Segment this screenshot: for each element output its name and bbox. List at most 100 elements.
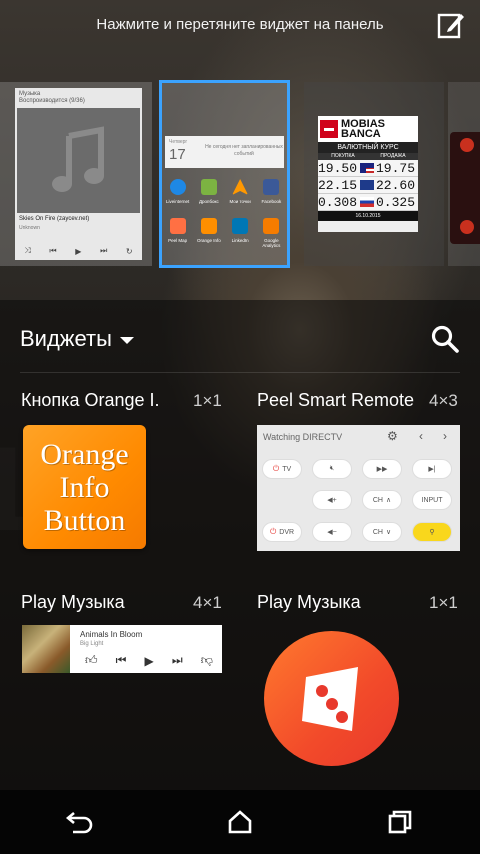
channel-up-button: CH ∧ [363,491,401,509]
chevron-down-icon [119,337,134,344]
widget-size: 4×1 [193,593,222,612]
widget-name: Play Музыка [21,592,125,612]
apps-grid: Liveinternet Дропбокс Мои точки Facebook… [162,179,287,248]
chevron-down-icon: ∨ [386,529,392,536]
app-icon [263,179,280,195]
edit-panels-button[interactable] [434,8,468,42]
skip-icon: ▶| [428,466,436,473]
power-icon: ⏻ [269,527,277,536]
currency-widget-preview: MOBIAS BANCA ВАЛЮТНЫЙ КУРС ПОКУПКА ПРОДА… [318,116,418,232]
currency-date: 16.10.2015 [318,211,418,221]
music-widget-preview: Музыка Воспроизводится (9/36) Skies On F… [15,88,142,260]
navigation-bar [0,790,480,854]
bank-logo-mark [320,120,338,138]
play-music-bar-widget[interactable]: Animals In Bloom Big Light 👍︎ ⏮ ▶ ⏭ 👎︎ [22,625,222,673]
dvr-power-button: ⏻ DVR [263,523,301,541]
search-icon [431,325,459,353]
orange-line1: Orange [40,437,129,471]
peel-search-button: ⚲ [413,523,451,541]
divider [20,372,460,373]
widget-drawer: Виджеты Кнопка Orange I. 1×1 Orange Info… [0,300,480,790]
widget-name: Peel Smart Remote [257,390,415,410]
play-music-logo-icon [301,666,358,731]
music-note-icon [51,125,104,192]
shuffle-icon: ⤨ [24,246,31,255]
volume-up-icon: ◀+ [327,497,337,504]
skip-button: ▶| [413,460,451,478]
search-button[interactable] [428,322,462,356]
widget-size: 1×1 [193,391,222,410]
music-track: Skies On Fire (zaycev.net) [19,216,90,222]
home-icon [228,810,252,834]
gear-icon: ⚙ [387,429,398,443]
widget-size: 1×1 [429,593,458,612]
drag-hint: Нажмите и перетяните виджет на панель [96,16,384,33]
recents-button[interactable] [380,802,420,842]
currency-row: 19.50 19.75 [318,160,418,177]
orange-line3: Button [43,503,126,537]
widget-size: 4×3 [429,391,458,410]
calendar-day-label: Четверг [169,139,188,145]
volume-up-button: ◀+ [313,491,351,509]
repeat-icon: ↻ [125,246,133,256]
eu-flag-icon [360,180,374,190]
record-dot [460,220,474,234]
volume-down-icon: ◀− [327,529,337,536]
bank-brand-line2: BANCA [341,128,381,140]
album-art [22,625,70,673]
play-music-icon-widget[interactable] [264,631,399,766]
currency-row: 0.308 0.325 [318,194,418,211]
calendar-day-number: 17 [169,146,186,163]
bank-logo: MOBIAS BANCA [318,116,418,142]
widget-name: Play Музыка [257,592,361,612]
music-artist: Unknown [19,225,40,231]
fast-forward-button: ▶▶ [363,460,401,478]
widgets-category-dropdown[interactable]: Виджеты [20,326,134,352]
calendar-apps-preview: Четверг 17 Не сегодня нет запланированны… [162,134,287,264]
app-icon [200,218,217,234]
recents-icon [388,810,412,834]
music-controls: ⤨ ⏮ ▶ ⏭ ↻ [15,246,142,256]
previous-icon: ⏮ [49,246,57,255]
calendar-event-text: Не сегодня нет запланированных событий [205,144,283,157]
orange-info-button-widget[interactable]: Orange Info Button [23,425,146,549]
app-icon [232,179,249,195]
buy-rate: 22.15 [318,177,358,193]
peel-remote-widget[interactable]: Watching DIRECTV ⚙ ‹ › ⏻ TV 🔇︎ ▶▶ ▶| ◀+ C… [257,425,460,551]
ru-flag-icon [360,197,374,207]
app-icon [169,218,186,234]
peel-title: Watching DIRECTV [263,432,343,442]
previous-icon: ⏮ [115,653,127,667]
app-icon [263,218,280,234]
edit-icon [437,13,464,39]
play-icon: ▶ [144,653,154,668]
orange-line2: Info [59,470,110,504]
album-art-placeholder [17,108,140,213]
music-app-label: Музыка [19,91,41,97]
input-button: INPUT [413,491,451,509]
app-shortcut: Мои точки [225,179,256,204]
panel-strip[interactable]: Музыка Воспроизводится (9/36) Skies On F… [0,80,480,268]
buy-rate: 19.50 [318,160,358,176]
home-button[interactable] [220,802,260,842]
record-dot [460,138,474,152]
us-flag-icon [360,163,374,173]
chevron-right-icon: › [443,429,447,443]
app-icon [200,179,217,195]
app-shortcut: Google Analytics [256,218,287,248]
power-icon: ⏻ [272,464,280,473]
currency-row: 22.15 22.60 [318,177,418,194]
mute-button: 🔇︎ [313,460,351,478]
back-icon [65,812,93,834]
thumbs-up-icon: 👍︎ [85,653,98,667]
sell-rate: 22.60 [376,177,416,193]
app-icon [169,179,186,195]
back-button[interactable] [60,802,100,842]
play-controls: 👍︎ ⏮ ▶ ⏭ 👎︎ [76,653,222,668]
volume-down-button: ◀− [313,523,351,541]
play-artist: Big Light [80,641,104,647]
drawer-title: Виджеты [20,326,112,351]
sell-rate: 19.75 [376,160,416,176]
widget-name: Кнопка Orange I. [21,390,160,410]
sell-rate: 0.325 [376,194,416,210]
